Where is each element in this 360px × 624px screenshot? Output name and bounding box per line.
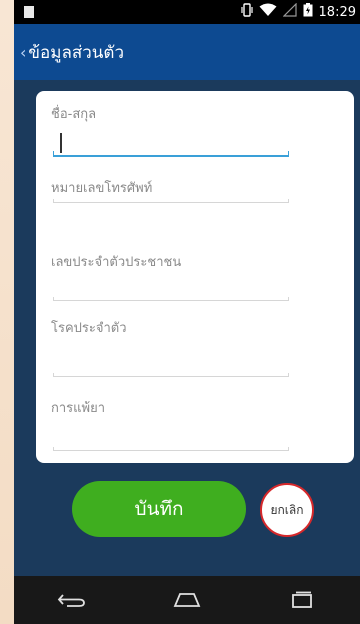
battery-icon — [303, 3, 313, 21]
wifi-icon — [259, 3, 277, 21]
field-label: การแพ้ยา — [51, 401, 106, 416]
national-id-input[interactable] — [53, 293, 289, 301]
vibrate-icon — [240, 3, 253, 21]
cancel-button[interactable]: ยกเลิก — [260, 483, 314, 537]
drug-allergy-input[interactable] — [53, 443, 289, 451]
signal-icon — [282, 2, 297, 21]
field-label: โรคประจำตัว — [51, 321, 127, 336]
notification-icon — [24, 6, 34, 18]
status-time: 18:29 — [318, 4, 356, 20]
app-bar: ‹ ข้อมูลส่วนตัว — [14, 24, 360, 80]
profile-form: ชื่อ-สกุล หมายเลขโทรศัพท์ เลขประจำตัวประ… — [36, 91, 354, 463]
phone-screen: 18:29 ‹ ข้อมูลส่วนตัว ชื่อ-สกุล หมายเลขโ… — [14, 0, 360, 624]
page-title: ข้อมูลส่วนตัว — [28, 42, 124, 63]
home-icon[interactable] — [167, 585, 207, 615]
full-name-input[interactable] — [53, 149, 289, 157]
chronic-disease-input[interactable] — [53, 369, 289, 377]
field-label: เลขประจำตัวประชาชน — [51, 255, 182, 270]
back-icon[interactable] — [52, 585, 92, 615]
navigation-bar — [14, 576, 360, 624]
phone-input[interactable] — [53, 195, 289, 203]
save-button[interactable]: บันทึก — [72, 481, 246, 537]
recent-apps-icon[interactable] — [282, 585, 322, 615]
field-label: ชื่อ-สกุล — [51, 107, 97, 122]
background-strip — [0, 0, 14, 624]
back-arrow-icon[interactable]: ‹ — [20, 43, 26, 62]
status-bar: 18:29 — [14, 0, 360, 24]
status-icons: 18:29 — [240, 2, 356, 21]
